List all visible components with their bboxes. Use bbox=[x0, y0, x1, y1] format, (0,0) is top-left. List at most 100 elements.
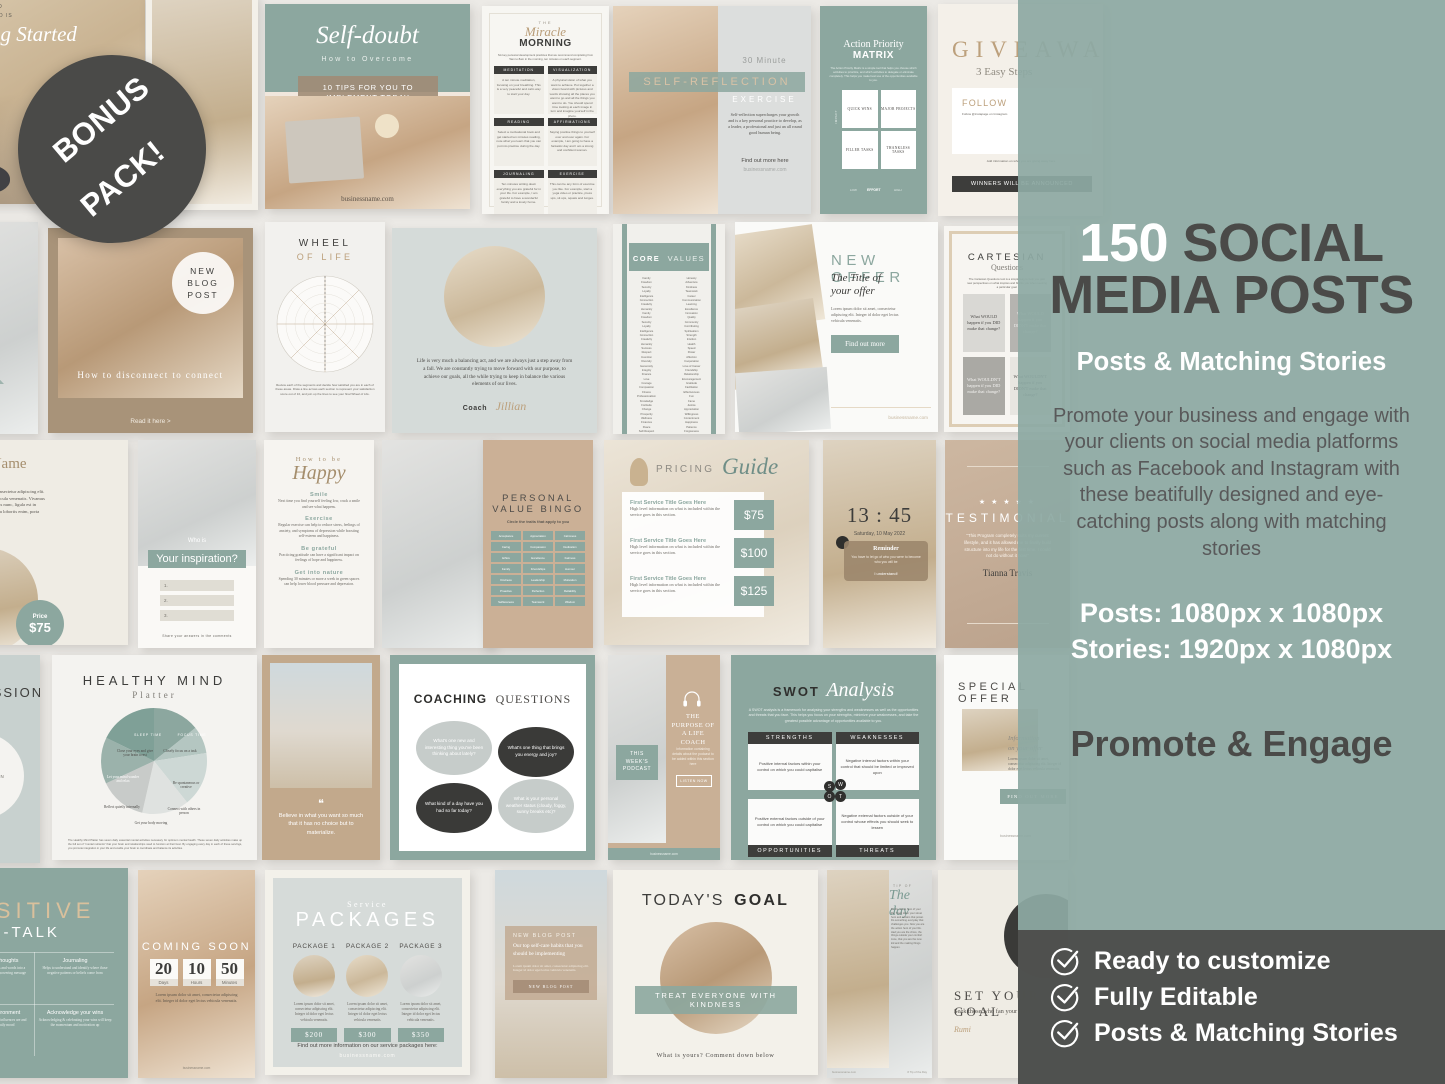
feature-item: Posts & Matching Stories bbox=[1050, 1018, 1445, 1049]
label-title-2: Analysis bbox=[826, 679, 895, 701]
answer-field[interactable]: 2. bbox=[160, 595, 234, 606]
label-title-2: QUESTIONS bbox=[495, 692, 572, 706]
template-card-miracle-morning[interactable]: THE Miracle MORNING Six key personal dev… bbox=[482, 6, 609, 214]
label-eyebrow-2: GETTING AHEAD IS bbox=[0, 13, 13, 19]
feature-label: Fully Editable bbox=[1094, 983, 1258, 1011]
template-card-todays-goal[interactable]: TODAY'S GOAL TREAT EVERYONE WITH KINDNES… bbox=[613, 870, 818, 1075]
bingo-cell[interactable]: Excellence bbox=[523, 553, 553, 562]
answer-field[interactable]: 3. bbox=[160, 610, 234, 621]
template-card-new-blog-post[interactable]: NEW BLOG POST How to disconnect to conne… bbox=[48, 228, 253, 433]
feature-label: Posts & Matching Stories bbox=[1094, 1019, 1398, 1047]
template-card-compassion[interactable]: COMPASSION SELF COMPASSION Practice kind… bbox=[0, 655, 40, 863]
template-card-coming-soon[interactable]: COMING SOON 20 Days 10 Hours 50 Minutes … bbox=[138, 870, 255, 1078]
label-footer: The Healthy Mind Platter has seven daily… bbox=[68, 839, 242, 851]
quadrant-cell: FILLER TASKS bbox=[842, 131, 878, 170]
bingo-cell[interactable]: Family bbox=[491, 564, 521, 573]
template-card-tip-of-day[interactable]: TIP OF The day Be the action hero of you… bbox=[827, 870, 932, 1078]
template-card-core-values[interactable]: CORE VALUES Family Freedom Security Loyalty… bbox=[613, 224, 725, 434]
template-card-new-offer[interactable]: NEW OFFER The Title of your offer Lorem … bbox=[735, 222, 938, 432]
price-row-body: High level information on what is includ… bbox=[630, 582, 721, 594]
bingo-cell[interactable]: Perfection bbox=[523, 586, 553, 595]
bingo-cell[interactable]: Leadership bbox=[523, 575, 553, 584]
template-card-wheel-of-life[interactable]: WHEEL OF LIFE Review each of the segment… bbox=[265, 222, 385, 432]
quadrant-cell: THANKLESS TASKS bbox=[880, 131, 916, 170]
label-title-2: Guide bbox=[722, 454, 779, 479]
badge-new-blog-post: NEW BLOG POST bbox=[172, 252, 234, 314]
template-card-self-doubt[interactable]: Self-doubt How to Overcome 10 TIPS FOR Y… bbox=[265, 4, 470, 209]
label-name: Rumi bbox=[954, 1025, 971, 1034]
label-title-1: POSITIVE bbox=[0, 898, 96, 923]
label-cta[interactable]: Find out more here bbox=[728, 158, 802, 164]
bingo-cell[interactable]: Selflessness bbox=[491, 597, 521, 606]
answer-field[interactable]: 1. bbox=[160, 580, 234, 591]
bingo-cell[interactable]: Reliability bbox=[555, 586, 585, 595]
healthy-mind-pie-chart bbox=[101, 708, 208, 815]
label-section-head: Exercise bbox=[305, 516, 333, 522]
label-section-body: Regular exercise can help to reduce stre… bbox=[278, 523, 360, 538]
bingo-cell[interactable]: Motivation bbox=[555, 575, 585, 584]
template-card-inspiration[interactable]: Who is Your inspiration? 1. 2. 3. Share … bbox=[138, 440, 256, 648]
find-out-more-button[interactable]: Find out more bbox=[831, 335, 899, 353]
bingo-cell[interactable]: Wisdom bbox=[555, 597, 585, 606]
bingo-cell[interactable]: Dedication bbox=[555, 542, 585, 551]
template-card-podcast[interactable]: THIS WEEK'S PODCAST THE PURPOSE OF A LIF… bbox=[608, 655, 720, 860]
template-card-coaching-questions[interactable]: COACHING QUESTIONS What's one new and in… bbox=[390, 655, 595, 860]
label-body: Lorem ipsum dolor sit amet, consectetur … bbox=[513, 963, 589, 973]
template-card-coach-quote[interactable]: Life is very much a balancing act, and w… bbox=[392, 228, 597, 433]
feature-label: Ready to customize bbox=[1094, 947, 1331, 975]
template-card-action-matrix[interactable]: Action Priority MATRIX The Action Priori… bbox=[820, 6, 927, 214]
cartesian-cell: What WOULD happen if you DID make that c… bbox=[963, 294, 1005, 353]
bingo-cell[interactable]: Proactive bbox=[491, 586, 521, 595]
bingo-cell[interactable]: Acceptance bbox=[491, 531, 521, 540]
label-title-2: GOAL bbox=[734, 892, 790, 909]
template-card-how-to-be-happy[interactable]: How to be Happy Smile Next time you find… bbox=[264, 440, 374, 648]
template-card-materialize[interactable]: ❝ Believe in what you want so much that … bbox=[262, 655, 380, 860]
template-card-positive-talk[interactable]: Practice POSITIVE SELF-TALK Reframe your… bbox=[0, 868, 128, 1078]
label-quote: Believe in what you want so much that it… bbox=[278, 813, 364, 836]
label-tag: NEW BLOG POST bbox=[513, 933, 577, 939]
label-name: Jillian bbox=[495, 399, 527, 413]
label-body: Self-reflection supercharges your growth… bbox=[728, 112, 802, 136]
label-title: Happy bbox=[292, 462, 346, 484]
label-footer: What is yours? Comment down below bbox=[656, 1052, 775, 1059]
listen-now-button[interactable]: LISTEN NOW bbox=[676, 775, 712, 787]
template-card-packages[interactable]: Service PACKAGES PACKAGE 1 Lorem ipsum d… bbox=[265, 870, 470, 1075]
label-caption: How to disconnect to connect bbox=[77, 370, 224, 380]
bingo-cell[interactable]: Humour bbox=[555, 564, 585, 573]
label-cell-head: Acknowledge your wins bbox=[46, 1010, 104, 1016]
label-section-head: Smile bbox=[310, 492, 328, 498]
bingo-cell[interactable]: Caring bbox=[491, 542, 521, 551]
promo-body: Promote your business and engage with yo… bbox=[1053, 404, 1410, 560]
label-eyebrow: 30 Minute bbox=[742, 56, 787, 65]
label-cta[interactable]: Read it here > bbox=[48, 418, 253, 425]
template-card-swot[interactable]: SWOT Analysis A SWOT analysis is a frame… bbox=[731, 655, 936, 860]
template-card-healthy-mind[interactable]: HEALTHY MIND Platter SLEEP TIME FOCUS TI… bbox=[52, 655, 257, 860]
bingo-cell[interactable]: Calmness bbox=[555, 531, 585, 540]
bingo-cell[interactable]: Ethics bbox=[491, 553, 521, 562]
template-card-reminder[interactable]: 13 : 45 Saturday, 10 May 2022 Reminder Y… bbox=[823, 440, 936, 648]
bingo-cell[interactable]: Kindness bbox=[491, 575, 521, 584]
bingo-cell[interactable]: Friendships bbox=[523, 564, 553, 573]
bingo-cell[interactable]: Appreciation bbox=[523, 531, 553, 540]
bingo-grid: Acceptance Appreciation Calmness Caring Comp… bbox=[491, 531, 585, 606]
label-title-2: SELF-TALK bbox=[0, 924, 60, 941]
label-sub-1: The Title of bbox=[831, 272, 882, 284]
template-card-self-reflection[interactable]: 30 Minute SELF-REFLECTION EXERCISE Self-… bbox=[613, 6, 811, 214]
template-card-row2-a[interactable]: N G bbox=[0, 222, 38, 434]
swot-quadrant: Negative external factors outside of you… bbox=[835, 794, 919, 858]
label-site: businessname.com bbox=[743, 167, 787, 173]
template-card-value-bingo[interactable]: PERSONAL VALUE BINGO Circle the traits t… bbox=[483, 440, 593, 648]
template-card-row3-d[interactable] bbox=[382, 440, 494, 648]
bingo-cell[interactable]: Fairness bbox=[555, 553, 585, 562]
understand-button[interactable]: I understand! bbox=[850, 571, 922, 576]
bingo-cell[interactable]: Teamwork bbox=[523, 597, 553, 606]
segment-body: Let your mind wander and relax bbox=[106, 775, 140, 783]
blog-post-button[interactable]: NEW BLOG POST bbox=[513, 980, 589, 994]
template-card-blog-story[interactable]: NEW BLOG POST Our top self-care habits t… bbox=[495, 870, 607, 1078]
bonus-pack-badge[interactable]: BONUS PACK! bbox=[18, 55, 206, 243]
core-value-item: Forgiveness bbox=[684, 430, 699, 434]
template-card-service-name[interactable]: Service Name About this Service Lorem ip… bbox=[0, 440, 128, 645]
bingo-cell[interactable]: Compassion bbox=[523, 542, 553, 551]
speech-bubble: What is your personal weather status (cl… bbox=[498, 779, 574, 833]
template-card-pricing-guide[interactable]: PRICING Guide First Service Title Goes H… bbox=[604, 440, 809, 645]
